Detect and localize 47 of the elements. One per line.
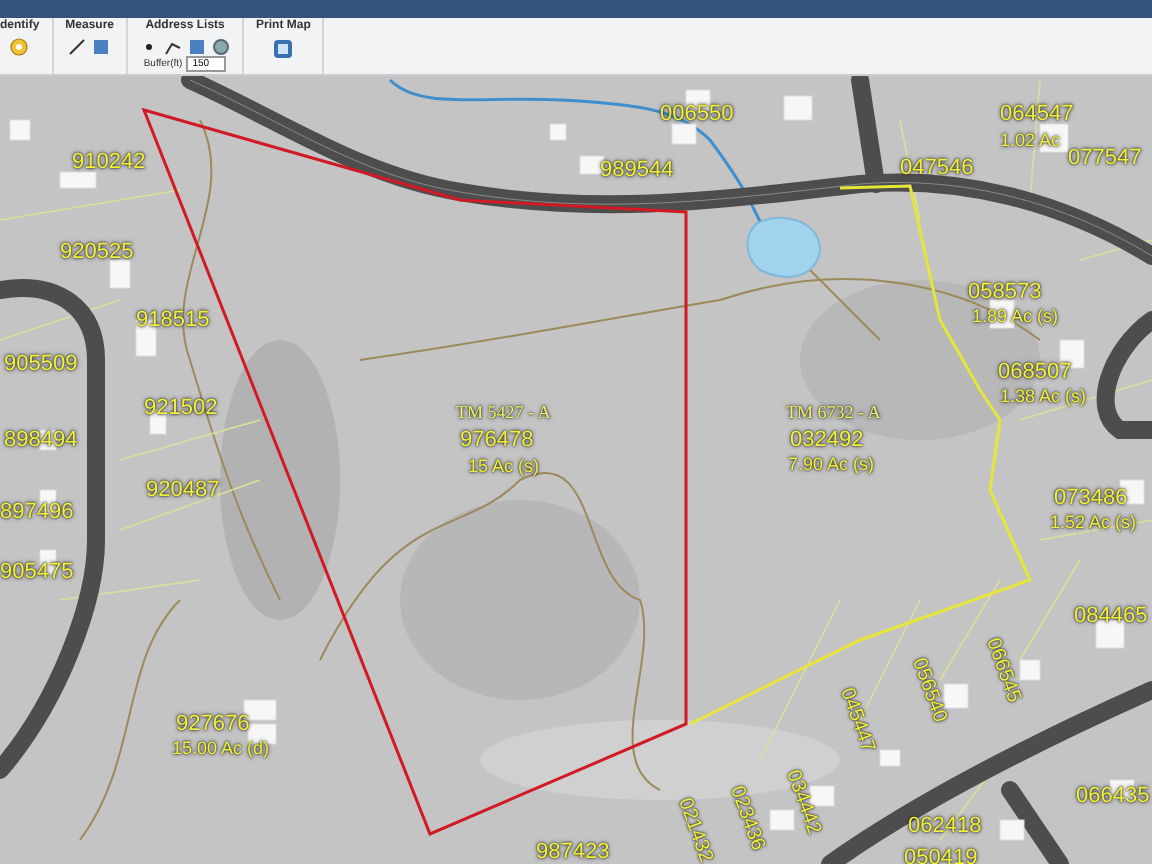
parcel-id-label: 050419 [904,848,978,864]
parcel-id-label: 905475 [0,562,74,584]
ruler-icon[interactable] [68,38,87,56]
identify-icon[interactable] [10,38,29,56]
acreage-label: 1.52 Ac (s) [1050,514,1137,532]
parcel-id-label: 021432 [673,796,715,864]
tax-map-label: TM 5427 - A [456,404,551,422]
gear-icon[interactable] [212,38,231,56]
parcel-id-label: 927676 [176,714,250,736]
parcel-id-label: 064547 [1000,104,1074,126]
parcel-id-label: 084465 [1074,606,1148,628]
print-icon[interactable] [272,38,295,60]
parcel-id-label: 032492 [790,430,864,452]
parcel-id-label: 897496 [0,502,74,524]
parcel-id-label: 898494 [4,430,78,452]
parcel-id-label: 905509 [4,354,78,376]
acreage-label: 1.89 Ac (s) [972,308,1059,326]
parcel-id-label: 066545 [981,636,1023,706]
parcel-id-label: 066435 [1076,786,1150,808]
parcel-id-label: 047546 [900,158,974,180]
parcel-id-label: 989544 [600,160,674,182]
parcel-id-label: 987423 [536,842,610,864]
acreage-label: 1.38 Ac (s) [1000,388,1087,406]
parcel-id-label: 920487 [146,480,220,502]
parcel-id-label: 058573 [968,282,1042,304]
pond [746,216,821,278]
parcel-id-label: 056540 [907,656,949,726]
parcel-id-label: 062418 [908,816,982,838]
acreage-label: 7.90 Ac (s) [788,456,875,474]
line-icon[interactable] [164,38,183,56]
road [1096,311,1152,439]
parcel-id-label: 077547 [1068,148,1142,170]
parcel-id-label: 910242 [72,152,146,174]
parcel-id-label: 006550 [660,104,734,126]
parcel-id-label: 068507 [998,362,1072,384]
polygon-icon[interactable] [188,38,207,56]
parcel-id-label: 034442 [781,768,823,838]
parcel-id-label: 920525 [60,242,134,264]
acreage-label: 15 Ac (s) [468,458,540,476]
parcel-id-label: 073486 [1054,488,1128,510]
parcel-id-label: 023436 [725,784,767,854]
tax-map-label: TM 6732 - A [786,404,881,422]
parcel-id-label: 045447 [835,686,877,756]
acreage-label: 1.02 Ac [1000,132,1061,150]
parcel-id-label: 976478 [460,430,534,452]
acreage-label: 15.00 Ac (d) [172,740,270,758]
area-icon[interactable] [92,38,111,56]
